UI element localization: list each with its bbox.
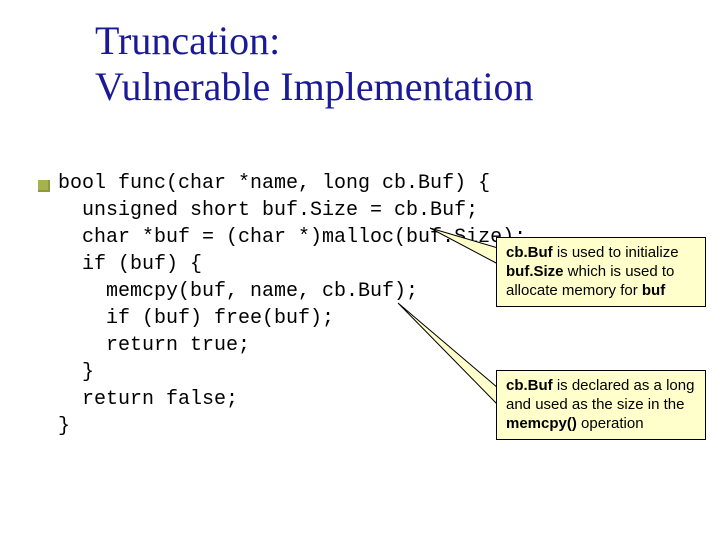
callout-1-mono-1: cb.Buf xyxy=(506,244,553,261)
slide: Truncation: Vulnerable Implementation bo… xyxy=(0,0,720,540)
callout-1-text-1: is used to initialize xyxy=(553,244,679,261)
callout-1-mono-2: buf.Size xyxy=(506,263,564,280)
title-line-2: Vulnerable Implementation xyxy=(95,64,534,109)
callout-2-mono-1: cb.Buf xyxy=(506,377,553,394)
callout-2-mono-2: memcpy() xyxy=(506,415,577,432)
bullet-icon xyxy=(38,180,50,192)
slide-title: Truncation: Vulnerable Implementation xyxy=(95,18,695,110)
title-line-1: Truncation: xyxy=(95,18,280,63)
callout-box-2: cb.Buf is declared as a long and used as… xyxy=(496,370,706,440)
code-block: bool func(char *name, long cb.Buf) { uns… xyxy=(58,170,526,440)
callout-1-mono-3: buf xyxy=(642,282,665,299)
callout-2-text-2: operation xyxy=(577,415,644,432)
callout-box-1: cb.Buf is used to initialize buf.Size wh… xyxy=(496,237,706,307)
